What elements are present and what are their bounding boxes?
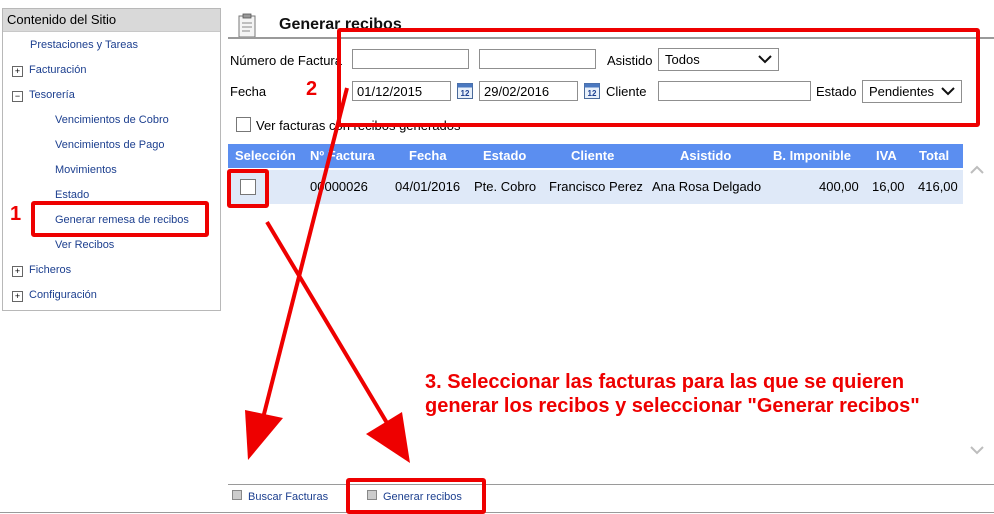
- annotation-arrows: [245, 87, 410, 463]
- arrow-icon: [265, 220, 410, 463]
